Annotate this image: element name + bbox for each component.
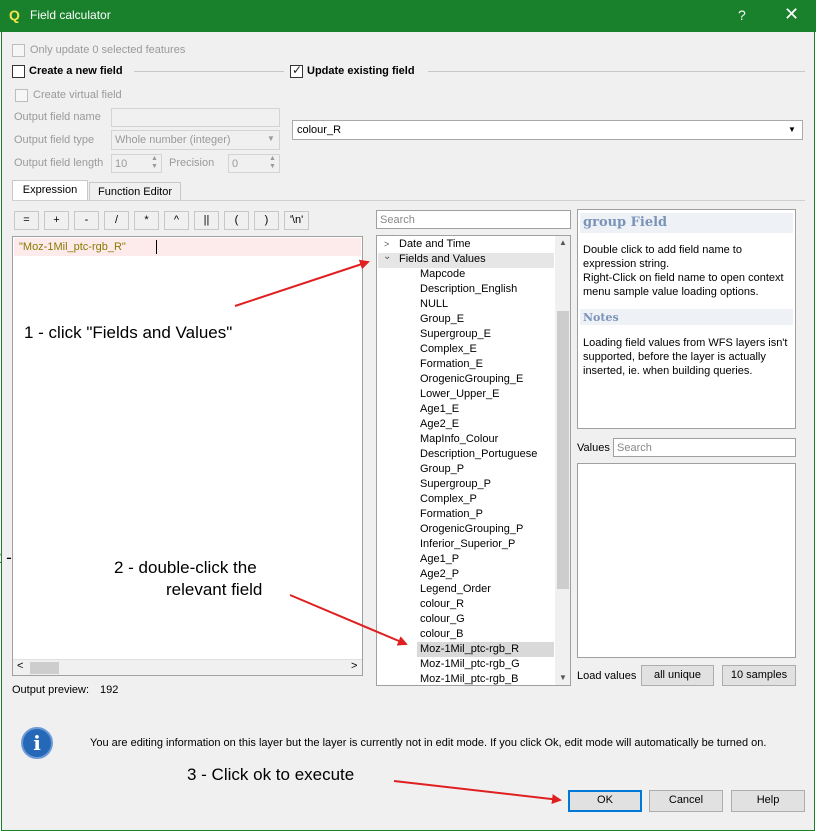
arrow-to-field [289,594,408,646]
arrow-to-fields-values [234,259,370,307]
annotation-arrows [234,259,562,805]
arrow-to-ok [393,780,562,805]
